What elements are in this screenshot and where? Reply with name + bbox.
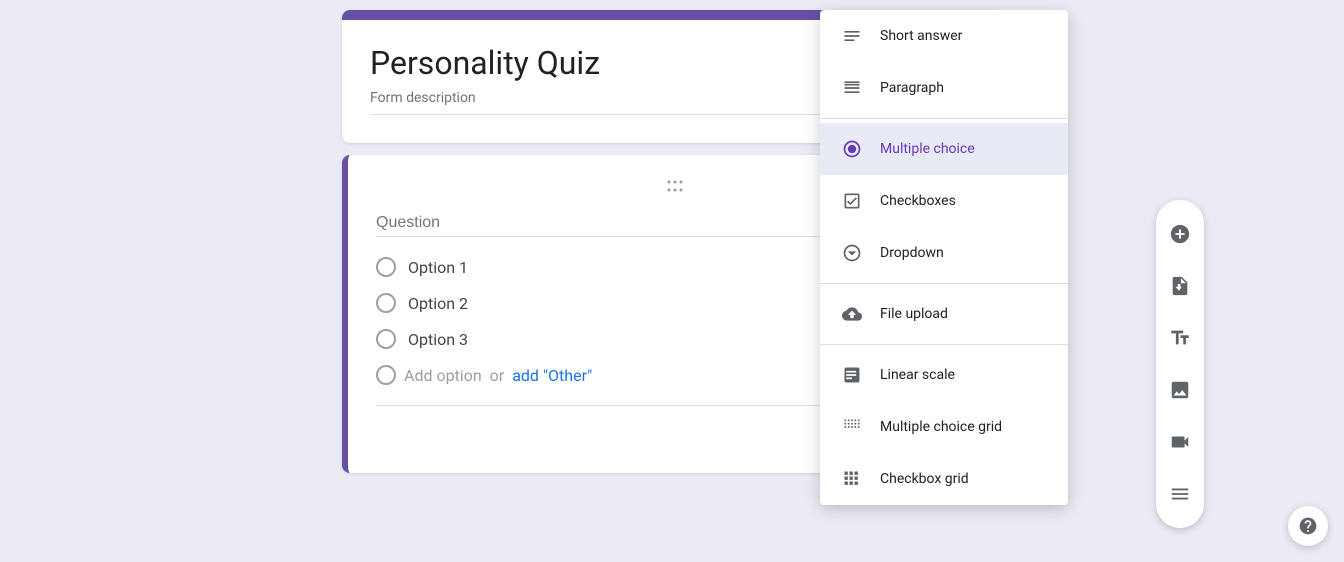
right-toolbar [1156, 200, 1204, 528]
add-question-button[interactable] [1156, 210, 1204, 258]
menu-item-linear-scale[interactable]: Linear scale [820, 349, 1068, 401]
file-upload-icon [840, 302, 864, 326]
menu-item-checkbox-grid[interactable]: Checkbox grid [820, 453, 1068, 505]
radio-2 [376, 293, 396, 313]
main-area: Personality Quiz Form description [0, 0, 1344, 562]
option-1-label: Option 1 [408, 258, 468, 277]
dropdown-label: Dropdown [880, 245, 944, 261]
menu-item-paragraph[interactable]: Paragraph [820, 62, 1068, 114]
paragraph-label: Paragraph [880, 80, 944, 96]
add-image-button[interactable] [1156, 366, 1204, 414]
help-button[interactable] [1288, 506, 1328, 546]
checkboxes-label: Checkboxes [880, 193, 956, 209]
radio-3 [376, 329, 396, 349]
dropdown-icon [840, 241, 864, 265]
divider-3 [820, 344, 1068, 345]
menu-item-multiple-choice-grid[interactable]: Multiple choice grid [820, 401, 1068, 453]
short-answer-icon [840, 24, 864, 48]
option-3-label: Option 3 [408, 330, 468, 349]
divider-1 [820, 118, 1068, 119]
multiple-choice-grid-icon [840, 415, 864, 439]
linear-scale-icon [840, 363, 864, 387]
checkbox-grid-label: Checkbox grid [880, 471, 969, 487]
add-other-link[interactable]: add "Other" [512, 366, 592, 385]
or-text: or [490, 366, 505, 385]
file-upload-label: File upload [880, 306, 948, 322]
multiple-choice-grid-label: Multiple choice grid [880, 419, 1002, 435]
add-option-text[interactable]: Add option [404, 366, 482, 385]
add-title-button[interactable] [1156, 314, 1204, 362]
paragraph-icon [840, 76, 864, 100]
short-answer-label: Short answer [880, 28, 962, 44]
linear-scale-label: Linear scale [880, 367, 955, 383]
add-video-button[interactable] [1156, 418, 1204, 466]
add-section-button[interactable] [1156, 470, 1204, 518]
dropdown-scroll[interactable]: Short answer Paragraph [820, 10, 1068, 505]
multiple-choice-icon [840, 137, 864, 161]
menu-item-checkboxes[interactable]: Checkboxes [820, 175, 1068, 227]
checkbox-grid-icon [840, 467, 864, 491]
multiple-choice-label: Multiple choice [880, 141, 975, 157]
menu-item-file-upload[interactable]: File upload [820, 288, 1068, 340]
question-type-dropdown: Short answer Paragraph [820, 10, 1068, 505]
option-2-label: Option 2 [408, 294, 468, 313]
radio-1 [376, 257, 396, 277]
menu-item-multiple-choice[interactable]: Multiple choice [820, 123, 1068, 175]
menu-item-short-answer[interactable]: Short answer [820, 10, 1068, 62]
add-radio [376, 365, 396, 385]
import-question-button[interactable] [1156, 262, 1204, 310]
divider-2 [820, 283, 1068, 284]
checkboxes-icon [840, 189, 864, 213]
menu-item-dropdown[interactable]: Dropdown [820, 227, 1068, 279]
